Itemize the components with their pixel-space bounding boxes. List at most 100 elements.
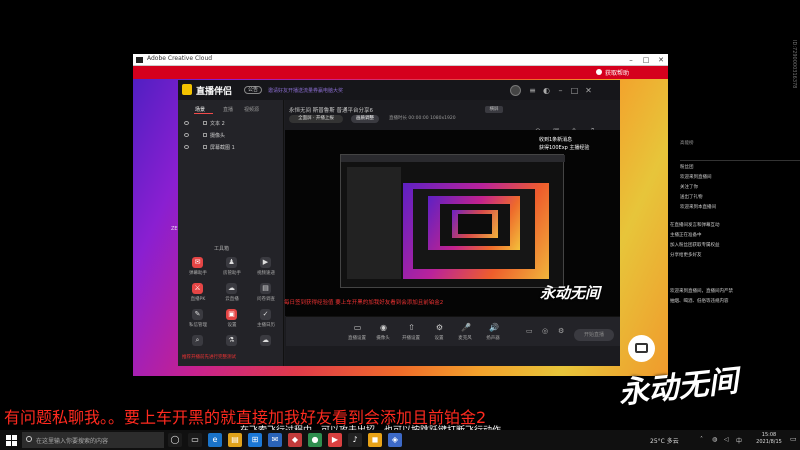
tool-video-express[interactable]: ▶ 视频速递 <box>252 257 280 281</box>
preview-notice: 收到1条新消息 <box>539 137 573 143</box>
notification-icon[interactable]: ▭ <box>790 435 798 445</box>
user-avatar[interactable] <box>510 85 521 96</box>
broadcast-settings-button[interactable]: ⇧ 开播设置 <box>398 319 424 345</box>
clock[interactable]: 15:08 2021/8/15 <box>752 432 786 446</box>
search-icon <box>26 436 32 442</box>
text-source-icon <box>203 121 207 125</box>
settings-icon: ▣ <box>226 309 237 320</box>
maximize-icon[interactable]: □ <box>639 54 653 66</box>
tool-room-manager[interactable]: ♟ 房管助手 <box>218 257 246 281</box>
window-minimize-icon[interactable]: – <box>556 86 565 95</box>
mode-selector[interactable]: 全面屏 · 开播上报 <box>289 115 343 123</box>
taskbar-app-icon[interactable]: ⊞ <box>248 433 262 447</box>
toolbox-title: 工具箱 <box>214 246 230 252</box>
taskbar-app-icon[interactable]: ♪ <box>348 433 362 447</box>
screen-icon[interactable]: ▭ <box>526 327 534 335</box>
minimize-icon[interactable]: – <box>624 54 638 66</box>
source-label: 文本 2 <box>210 121 225 127</box>
weather-widget[interactable]: 25°C 多云 <box>650 436 679 445</box>
tool-label: 直播PK <box>190 297 206 302</box>
taskbar-app-icon[interactable]: ▶ <box>328 433 342 447</box>
speaker-icon: 🔊 <box>489 323 499 332</box>
start-live-button[interactable]: 开始直播 <box>574 329 614 341</box>
help-link[interactable]: 获取帮助 <box>605 68 629 77</box>
chat-message: 关注了你 <box>680 185 698 190</box>
promo-notice[interactable]: 邀请好友开播送流量券赢电脑大奖 <box>268 87 343 94</box>
taskbar-search-input[interactable]: 在这里输入你要搜索的内容 <box>22 432 164 448</box>
tab-video-source[interactable]: 视频源 <box>244 106 259 113</box>
volume-icon[interactable]: ◁ <box>724 436 731 443</box>
speaker-button[interactable]: 🔊 扬声器 <box>480 319 506 345</box>
close-icon[interactable]: ✕ <box>654 54 668 66</box>
survey-icon: ▤ <box>260 283 271 294</box>
background-watermark: ZE <box>171 226 178 232</box>
tool-survey[interactable]: ▤ 问卷调查 <box>252 283 280 307</box>
preview-exp: 获得100Exp 主播经验 <box>539 145 590 151</box>
tool-danmu[interactable]: ✉ 弹幕助手 <box>184 257 212 281</box>
chat-message: 欢迎来到直播间 <box>680 175 712 180</box>
taskbar-app-icon[interactable]: e <box>208 433 222 447</box>
eye-icon[interactable] <box>184 133 189 137</box>
ime-icon[interactable]: 中 <box>736 436 743 445</box>
taskbar-app-icon[interactable]: ◯ <box>168 433 182 447</box>
gear-icon: ⚙ <box>435 323 444 332</box>
taskbar-app-icon[interactable]: ✉ <box>268 433 282 447</box>
tool-cloud-live[interactable]: ☁ 云直播 <box>218 283 246 307</box>
chat-message: 欢迎来到直播间，直播间内严禁 <box>670 289 733 294</box>
tray-arrow-icon[interactable]: ˄ <box>700 436 707 443</box>
tool-label: 云直播 <box>225 297 239 302</box>
chat-message: 主播正在准备中 <box>670 233 702 238</box>
source-label: 摄像头 <box>210 133 226 139</box>
settings-button[interactable]: ⚙ 设置 <box>426 319 452 345</box>
tool-messages[interactable]: ✎ 私信管理 <box>184 309 212 333</box>
quality-button[interactable]: 画质调整 <box>351 115 379 123</box>
help-icon[interactable] <box>596 69 602 75</box>
tool-calendar[interactable]: ✓ 主播日历 <box>252 309 280 333</box>
eye-icon[interactable] <box>184 121 189 125</box>
taskbar-app-icon[interactable]: ● <box>308 433 322 447</box>
tool-settings[interactable]: ▣ 设置 <box>218 309 246 333</box>
beauty-icon[interactable]: ◎ <box>542 327 550 335</box>
tool-more[interactable]: ☁ <box>252 335 280 359</box>
window-close-icon[interactable]: ✕ <box>584 86 593 95</box>
network-icon[interactable]: ◍ <box>712 436 719 443</box>
source-item[interactable]: 摄像头 <box>184 132 280 141</box>
announcement-badge[interactable]: 公告 <box>244 86 262 94</box>
live-studio-topbar: 直播伴侣 公告 邀请好友开播送流量券赢电脑大奖 ≡ ◐ – □ ✕ <box>178 80 620 100</box>
chat-message: 抽烟、喝酒、低俗等违规内容 <box>670 299 729 304</box>
windows-start-icon[interactable] <box>6 435 17 446</box>
lab-icon: ⚗ <box>226 335 237 346</box>
microphone-icon: 🎤 <box>461 323 471 332</box>
orientation-tag[interactable]: 横屏 <box>485 106 503 113</box>
live-settings-button[interactable]: ▭ 直播设置 <box>344 319 370 345</box>
taskbar-app-icon[interactable]: ◆ <box>288 433 302 447</box>
microphone-button[interactable]: 🎤 麦克风 <box>452 319 478 345</box>
chat-divider <box>680 160 800 161</box>
window-maximize-icon[interactable]: □ <box>570 86 579 95</box>
room-id: ID:7290000316378 <box>791 40 797 89</box>
message-icon: ✎ <box>192 309 203 320</box>
taskbar-app-icon[interactable]: ▤ <box>228 433 242 447</box>
camera-button[interactable]: ◉ 摄像头 <box>370 319 396 345</box>
adobe-header-bar <box>133 66 668 79</box>
stream-chat: 高能榜 粉丝团 欢迎来到直播间 关注了你 送出了礼物 欢迎来到本直播间 在直播间… <box>670 140 800 320</box>
taskbar-app-icon[interactable]: ▭ <box>188 433 202 447</box>
config-icon[interactable]: ⚙ <box>558 327 566 335</box>
source-item[interactable]: 文本 2 <box>184 120 280 129</box>
taskbar-apps: ◯ ▭ e ▤ ⊞ ✉ ◆ ● ▶ ♪ ◼ ◈ <box>168 430 428 450</box>
menu-icon[interactable]: ≡ <box>528 86 537 95</box>
chat-message: 在直播间发言和弹幕互动 <box>670 223 720 228</box>
chat-message: 粉丝团 <box>680 165 694 170</box>
chat-message: 欢迎来到本直播间 <box>680 205 716 210</box>
window-titlebar[interactable]: Adobe Creative Cloud – □ ✕ <box>133 54 668 66</box>
tool-pk[interactable]: ⚔ 直播PK <box>184 283 212 307</box>
source-item[interactable]: 屏幕截图 1 <box>184 144 280 153</box>
taskbar-app-icon[interactable]: ◈ <box>388 433 402 447</box>
tab-scene[interactable]: 场景 <box>195 106 205 113</box>
upload-icon: ⇧ <box>408 323 415 332</box>
eye-icon[interactable] <box>184 145 189 149</box>
tab-live[interactable]: 直播 <box>223 106 233 113</box>
search-icon: ⌕ <box>192 335 203 346</box>
taskbar-app-icon[interactable]: ◼ <box>368 433 382 447</box>
skin-icon[interactable]: ◐ <box>542 86 551 95</box>
